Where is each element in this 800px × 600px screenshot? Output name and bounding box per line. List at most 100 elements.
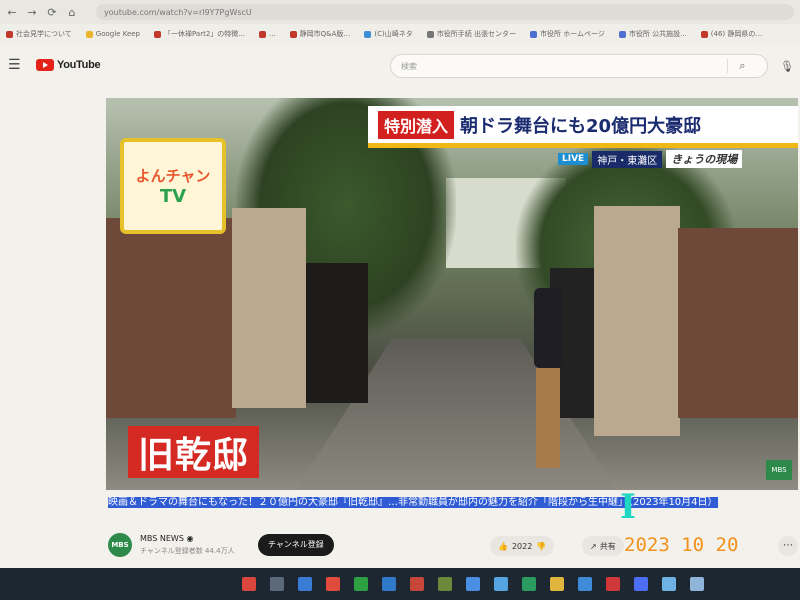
bookmark-item[interactable]: 社会見学について — [6, 29, 72, 39]
share-label: 共有 — [599, 541, 616, 551]
photo-date-stamp: 2023 10 20 — [624, 534, 739, 556]
bookmark-icon — [85, 30, 93, 38]
bookmark-label: (C)山崎ネタ — [374, 30, 413, 38]
text-cursor-icon: I — [620, 487, 636, 527]
taskbar-app-icon[interactable] — [578, 577, 592, 591]
taskbar-app-icon[interactable] — [410, 577, 424, 591]
taskbar-app-icon[interactable] — [522, 577, 536, 591]
taskbar-app-icon[interactable] — [242, 577, 256, 591]
bookmark-label: 市役所手続 出張センター — [436, 30, 517, 38]
youtube-logo[interactable]: YouTube — [36, 59, 101, 71]
brick-wall-left — [106, 218, 236, 418]
program-logo-tv: TV — [159, 186, 187, 207]
windows-taskbar — [0, 568, 800, 600]
taskbar-app-icon[interactable] — [382, 577, 396, 591]
bookmark-item[interactable]: 静岡市Q&A版… — [289, 29, 351, 39]
thumbs-down-icon[interactable]: 👎 — [536, 542, 546, 551]
broadcaster-badge: MBS — [766, 460, 792, 480]
address-bar[interactable]: youtube.com/watch?v=rl9Y7PgWscU — [96, 4, 794, 20]
share-button[interactable]: ↗ 共有 — [582, 536, 624, 556]
reload-icon[interactable]: ⟳ — [46, 6, 58, 19]
bookmark-icon — [289, 30, 297, 38]
live-badge: LIVE — [558, 153, 589, 165]
bookmark-icon — [700, 30, 708, 38]
search-input[interactable]: 検索 ⌕ — [390, 54, 768, 78]
bookmark-icon — [530, 30, 538, 38]
avatar[interactable]: MBS — [108, 533, 132, 557]
bookmark-item[interactable]: 市役所 ホームページ — [530, 29, 605, 39]
bookmark-icon — [154, 30, 162, 38]
taskbar-app-icon[interactable] — [690, 577, 704, 591]
menu-icon[interactable]: ☰ — [8, 57, 28, 73]
taskbar-app-icon[interactable] — [270, 577, 284, 591]
search-placeholder: 検索 — [401, 61, 417, 71]
bookmark-item[interactable]: (46) 静岡県の… — [700, 29, 763, 39]
taskbar-app-icon[interactable] — [494, 577, 508, 591]
bookmark-label: 「一休禅Part2」の特徴... — [164, 30, 245, 38]
taskbar-app-icon[interactable] — [550, 577, 564, 591]
home-icon[interactable]: ⌂ — [66, 6, 78, 19]
youtube-header: ☰ YouTube 検索 ⌕ 🎙 — [0, 44, 800, 86]
reporter — [526, 278, 566, 478]
video-caption: 旧乾邸 — [128, 426, 260, 478]
bookmark-item[interactable]: 「一休禅Part2」の特徴... — [154, 29, 245, 39]
bookmark-label: Google Keep — [95, 30, 141, 38]
bookmark-item[interactable]: 市役所 公共施設... — [618, 29, 687, 39]
reporter-legs — [536, 368, 560, 468]
mic-icon[interactable]: 🎙 — [780, 60, 794, 73]
video-player[interactable]: 特別潜入 朝ドラ舞台にも20億円大豪邸 LIVE 神戸・東灘区 きょうの現場 よ… — [106, 98, 798, 490]
video-title[interactable]: 映画＆ドラマの舞台にもなった！２０億円の大豪邸『旧乾邸』…非常勤職員が邸内の魅力… — [108, 494, 794, 512]
location-label: 神戸・東灘区 — [592, 150, 663, 168]
channel-name[interactable]: MBS NEWS ◉ — [140, 534, 193, 543]
taskbar-app-icon[interactable] — [634, 577, 648, 591]
subscriber-count: チャンネル登録者数 44.4万人 — [140, 547, 235, 555]
bookmark-label: 市役所 ホームページ — [540, 30, 605, 38]
stone-pillar-right — [594, 206, 680, 436]
monitor-screen: ← → ⟳ ⌂ youtube.com/watch?v=rl9Y7PgWscU … — [0, 0, 800, 568]
brick-wall-right — [678, 228, 798, 418]
bookmarks-bar: 社会見学について Google Keep 「一休禅Part2」の特徴... ..… — [0, 24, 800, 44]
bookmark-label: ... — [268, 30, 276, 38]
bookmark-item[interactable]: ... — [258, 30, 276, 38]
bookmark-icon — [426, 30, 434, 38]
taskbar-app-icon[interactable] — [662, 577, 676, 591]
thumbs-up-icon[interactable]: 👍 — [498, 542, 508, 551]
youtube-play-icon — [36, 59, 54, 71]
bookmark-icon — [6, 30, 13, 38]
stone-pillar-left — [232, 208, 306, 408]
bookmark-icon — [618, 30, 626, 38]
back-icon[interactable]: ← — [6, 6, 18, 19]
forward-icon[interactable]: → — [26, 6, 38, 19]
taskbar-app-icon[interactable] — [438, 577, 452, 591]
iron-gate-left — [306, 263, 368, 403]
taskbar-app-icon[interactable] — [354, 577, 368, 591]
browser-toolbar: ← → ⟳ ⌂ youtube.com/watch?v=rl9Y7PgWscU — [0, 0, 800, 24]
like-count: 2022 — [511, 541, 533, 551]
share-icon: ↗ — [590, 541, 597, 551]
bookmark-label: 市役所 公共施設... — [628, 30, 687, 38]
youtube-logo-text: YouTube — [57, 59, 101, 71]
taskbar-app-icon[interactable] — [326, 577, 340, 591]
program-logo: よんチャン TV — [120, 138, 226, 234]
more-horizontal-icon[interactable]: ⋯ — [778, 536, 798, 556]
bookmark-item[interactable]: 市役所手続 出張センター — [426, 29, 517, 39]
taskbar-app-icon[interactable] — [606, 577, 620, 591]
live-info: LIVE 神戸・東灘区 きょうの現場 — [558, 150, 743, 168]
banner-tag: 特別潜入 — [378, 110, 455, 139]
bookmark-item[interactable]: (C)山崎ネタ — [364, 29, 413, 39]
address-text: youtube.com/watch?v=rl9Y7PgWscU — [104, 7, 252, 17]
bookmark-label: (46) 静岡県の… — [710, 30, 763, 38]
bookmark-icon — [258, 30, 266, 38]
search-icon[interactable]: ⌕ — [727, 59, 757, 73]
segment-label: きょうの現場 — [666, 150, 743, 168]
like-dislike-button[interactable]: 👍 2022 👎 — [490, 536, 555, 556]
banner-headline: 朝ドラ舞台にも20億円大豪邸 — [460, 115, 702, 137]
bookmark-item[interactable]: Google Keep — [85, 30, 141, 38]
news-banner: 特別潜入 朝ドラ舞台にも20億円大豪邸 — [368, 106, 798, 148]
taskbar-app-icon[interactable] — [466, 577, 480, 591]
bookmark-icon — [364, 30, 372, 38]
taskbar-app-icon[interactable] — [298, 577, 312, 591]
subscribe-button[interactable]: チャンネル登録 — [258, 534, 334, 556]
program-logo-top: よんチャン — [135, 167, 211, 185]
bookmark-label: 静岡市Q&A版… — [299, 30, 351, 38]
